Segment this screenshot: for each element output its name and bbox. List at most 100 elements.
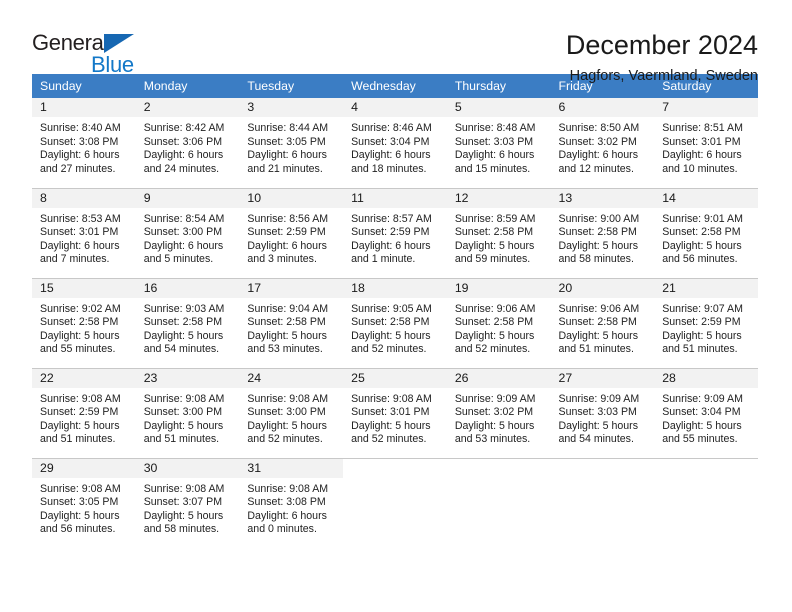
day-details: Sunrise: 9:05 AM Sunset: 2:58 PM Daylight:…: [343, 298, 447, 357]
sunrise-text: Sunrise: 9:07 AM: [662, 302, 743, 315]
sunset-text: Sunset: 2:58 PM: [558, 226, 637, 239]
daylight-text-line1: Daylight: 5 hours: [40, 419, 120, 432]
calendar-day-cell[interactable]: 27 Sunrise: 9:09 AM Sunset: 3:03 PM Dayligh…: [550, 367, 655, 458]
calendar-day-cell[interactable]: 5 Sunrise: 8:48 AM Sunset: 3:03 PM Daylight…: [446, 98, 551, 188]
daylight-text-line2: and 51 minutes.: [143, 433, 220, 446]
daylight-text-line2: and 55 minutes.: [40, 343, 116, 356]
day-details: Sunrise: 9:08 AM Sunset: 3:00 PM Daylight:…: [136, 388, 240, 447]
day-details: Sunrise: 9:03 AM Sunset: 2:58 PM Daylight:…: [136, 298, 240, 357]
calendar-page: General Blue December 2024 Hagfors, Vaer…: [0, 0, 792, 612]
weekday-header-tuesday: Tuesday: [239, 74, 344, 98]
calendar-day-cell[interactable]: 9 Sunrise: 8:54 AM Sunset: 3:00 PM Daylight…: [135, 187, 240, 278]
sunrise-text: Sunrise: 8:51 AM: [662, 122, 743, 134]
calendar-day-cell[interactable]: 21 Sunrise: 9:07 AM Sunset: 2:59 PM Dayligh…: [654, 277, 758, 368]
calendar-day-cell[interactable]: 7 Sunrise: 8:51 AM Sunset: 3:01 PM Daylight…: [654, 98, 758, 188]
daylight-text-line1: Daylight: 5 hours: [662, 239, 742, 252]
sunset-text: Sunset: 3:08 PM: [40, 135, 119, 148]
calendar-day-cell[interactable]: 20 Sunrise: 9:06 AM Sunset: 2:58 PM Dayligh…: [550, 277, 655, 368]
calendar-day-cell[interactable]: 3 Sunrise: 8:44 AM Sunset: 3:05 PM Daylight…: [239, 98, 344, 188]
calendar-day-cell[interactable]: 25 Sunrise: 9:08 AM Sunset: 3:01 PM Dayligh…: [343, 367, 447, 458]
sunrise-text: Sunrise: 9:08 AM: [40, 482, 121, 495]
calendar-day-cell[interactable]: 14 Sunrise: 9:01 AM Sunset: 2:58 PM Dayligh…: [654, 187, 758, 278]
calendar-day-cell[interactable]: 24 Sunrise: 9:08 AM Sunset: 3:00 PM Dayligh…: [239, 367, 344, 458]
calendar-day-cell[interactable]: 29 Sunrise: 9:08 AM Sunset: 3:05 PM Dayligh…: [32, 457, 136, 548]
sunset-text: Sunset: 2:58 PM: [40, 316, 119, 329]
day-details: Sunrise: 9:00 AM Sunset: 2:58 PM Daylight:…: [551, 208, 655, 267]
calendar-day-cell[interactable]: 13 Sunrise: 9:00 AM Sunset: 2:58 PM Dayligh…: [550, 187, 655, 278]
daylight-text-line2: and 1 minute.: [351, 253, 416, 266]
sunrise-text: Sunrise: 8:44 AM: [247, 122, 329, 134]
sunset-text: Sunset: 3:05 PM: [40, 496, 119, 509]
calendar-day-cell[interactable]: 17 Sunrise: 9:04 AM Sunset: 2:58 PM Dayligh…: [239, 277, 344, 368]
day-details: Sunrise: 9:08 AM Sunset: 3:05 PM Daylight:…: [32, 478, 136, 537]
day-number: 11: [343, 188, 447, 208]
day-details: Sunrise: 8:48 AM Sunset: 3:03 PM Daylight:…: [447, 117, 551, 176]
weekday-header-thursday: Thursday: [446, 74, 551, 98]
daylight-text-line1: Daylight: 5 hours: [558, 419, 639, 432]
sunrise-text: Sunrise: 8:50 AM: [558, 122, 640, 134]
day-details: Sunrise: 8:51 AM Sunset: 3:01 PM Daylight:…: [654, 117, 758, 176]
sunset-text: Sunset: 2:58 PM: [351, 316, 430, 329]
calendar-day-cell[interactable]: 6 Sunrise: 8:50 AM Sunset: 3:02 PM Daylight…: [550, 98, 655, 188]
day-number: 24: [239, 368, 344, 388]
calendar-week-row: 29 Sunrise: 9:08 AM Sunset: 3:05 PM Dayligh…: [32, 457, 758, 548]
daylight-text-line2: and 56 minutes.: [40, 523, 116, 536]
daylight-text-line2: and 5 minutes.: [143, 253, 214, 266]
title-block: December 2024 Hagfors, Vaermland, Sweden: [566, 30, 758, 84]
calendar-day-cell[interactable]: 12 Sunrise: 8:59 AM Sunset: 2:58 PM Dayligh…: [446, 187, 551, 278]
daylight-text-line1: Daylight: 6 hours: [558, 149, 639, 162]
calendar-day-cell[interactable]: 31 Sunrise: 9:08 AM Sunset: 3:08 PM Dayligh…: [239, 457, 344, 548]
calendar-day-cell[interactable]: 16 Sunrise: 9:03 AM Sunset: 2:58 PM Dayligh…: [135, 277, 240, 368]
day-number: 4: [343, 98, 447, 117]
day-details: Sunrise: 9:01 AM Sunset: 2:58 PM Daylight:…: [654, 208, 758, 267]
daylight-text-line1: Daylight: 6 hours: [351, 149, 431, 162]
calendar-week-row: 1 Sunrise: 8:40 AM Sunset: 3:08 PM Daylight…: [32, 98, 758, 188]
calendar-day-cell[interactable]: 23 Sunrise: 9:08 AM Sunset: 3:00 PM Dayligh…: [135, 367, 240, 458]
daylight-text-line2: and 52 minutes.: [351, 343, 427, 356]
daylight-text-line1: Daylight: 5 hours: [351, 419, 431, 432]
calendar-day-cell[interactable]: 11 Sunrise: 8:57 AM Sunset: 2:59 PM Dayligh…: [343, 187, 447, 278]
sunset-text: Sunset: 2:59 PM: [247, 226, 326, 239]
calendar-day-cell[interactable]: 1 Sunrise: 8:40 AM Sunset: 3:08 PM Daylight…: [32, 98, 136, 188]
daylight-text-line1: Daylight: 5 hours: [143, 329, 224, 342]
calendar-grid: Sunday Monday Tuesday Wednesday Thursday…: [32, 74, 758, 548]
day-number: 25: [343, 368, 447, 388]
sunrise-text: Sunrise: 8:57 AM: [351, 212, 432, 225]
day-number: 23: [135, 368, 240, 388]
sunrise-text: Sunrise: 9:08 AM: [40, 392, 121, 405]
daylight-text-line1: Daylight: 5 hours: [558, 329, 639, 342]
calendar-day-cell[interactable]: 4 Sunrise: 8:46 AM Sunset: 3:04 PM Daylight…: [343, 98, 447, 188]
day-number: 26: [446, 368, 551, 388]
calendar-day-cell[interactable]: 15 Sunrise: 9:02 AM Sunset: 2:58 PM Dayligh…: [32, 277, 136, 368]
sunrise-text: Sunrise: 9:08 AM: [351, 392, 432, 405]
calendar-day-cell[interactable]: 22 Sunrise: 9:08 AM Sunset: 2:59 PM Dayligh…: [32, 367, 136, 458]
sunset-text: Sunset: 3:01 PM: [40, 226, 119, 239]
sunrise-text: Sunrise: 9:06 AM: [558, 302, 640, 315]
sunrise-text: Sunrise: 8:48 AM: [454, 122, 536, 134]
daylight-text-line1: Daylight: 6 hours: [247, 509, 327, 522]
sunrise-text: Sunrise: 9:04 AM: [247, 302, 329, 315]
daylight-text-line1: Daylight: 6 hours: [247, 149, 327, 162]
calendar-day-cell[interactable]: 18 Sunrise: 9:05 AM Sunset: 2:58 PM Dayligh…: [343, 277, 447, 368]
daylight-text-line1: Daylight: 5 hours: [454, 329, 535, 342]
day-number: 12: [446, 188, 551, 208]
logo-text-blue: Blue: [91, 52, 134, 77]
daylight-text-line2: and 24 minutes.: [143, 162, 220, 175]
calendar-day-cell[interactable]: 30 Sunrise: 9:08 AM Sunset: 3:07 PM Dayligh…: [135, 457, 240, 548]
calendar-day-cell[interactable]: 10 Sunrise: 8:56 AM Sunset: 2:59 PM Dayligh…: [239, 187, 344, 278]
sunset-text: Sunset: 3:05 PM: [247, 135, 326, 148]
calendar-day-cell[interactable]: 8 Sunrise: 8:53 AM Sunset: 3:01 PM Daylight…: [32, 187, 136, 278]
day-number: 2: [135, 98, 240, 117]
calendar-day-cell[interactable]: 28 Sunrise: 9:09 AM Sunset: 3:04 PM Dayligh…: [654, 367, 758, 458]
sunset-text: Sunset: 3:02 PM: [454, 406, 534, 419]
sunset-text: Sunset: 3:00 PM: [143, 406, 223, 419]
day-number: 5: [446, 98, 551, 117]
daylight-text-line2: and 51 minutes.: [558, 343, 634, 356]
daylight-text-line1: Daylight: 5 hours: [247, 419, 327, 432]
calendar-day-cell[interactable]: 2 Sunrise: 8:42 AM Sunset: 3:06 PM Daylight…: [135, 98, 240, 188]
calendar-day-cell[interactable]: 19 Sunrise: 9:06 AM Sunset: 2:58 PM Dayligh…: [446, 277, 551, 368]
calendar-day-cell[interactable]: 26 Sunrise: 9:09 AM Sunset: 3:02 PM Dayligh…: [446, 367, 551, 458]
daylight-text-line1: Daylight: 6 hours: [454, 149, 535, 162]
daylight-text-line1: Daylight: 5 hours: [662, 329, 742, 342]
sunrise-text: Sunrise: 8:40 AM: [40, 122, 121, 134]
